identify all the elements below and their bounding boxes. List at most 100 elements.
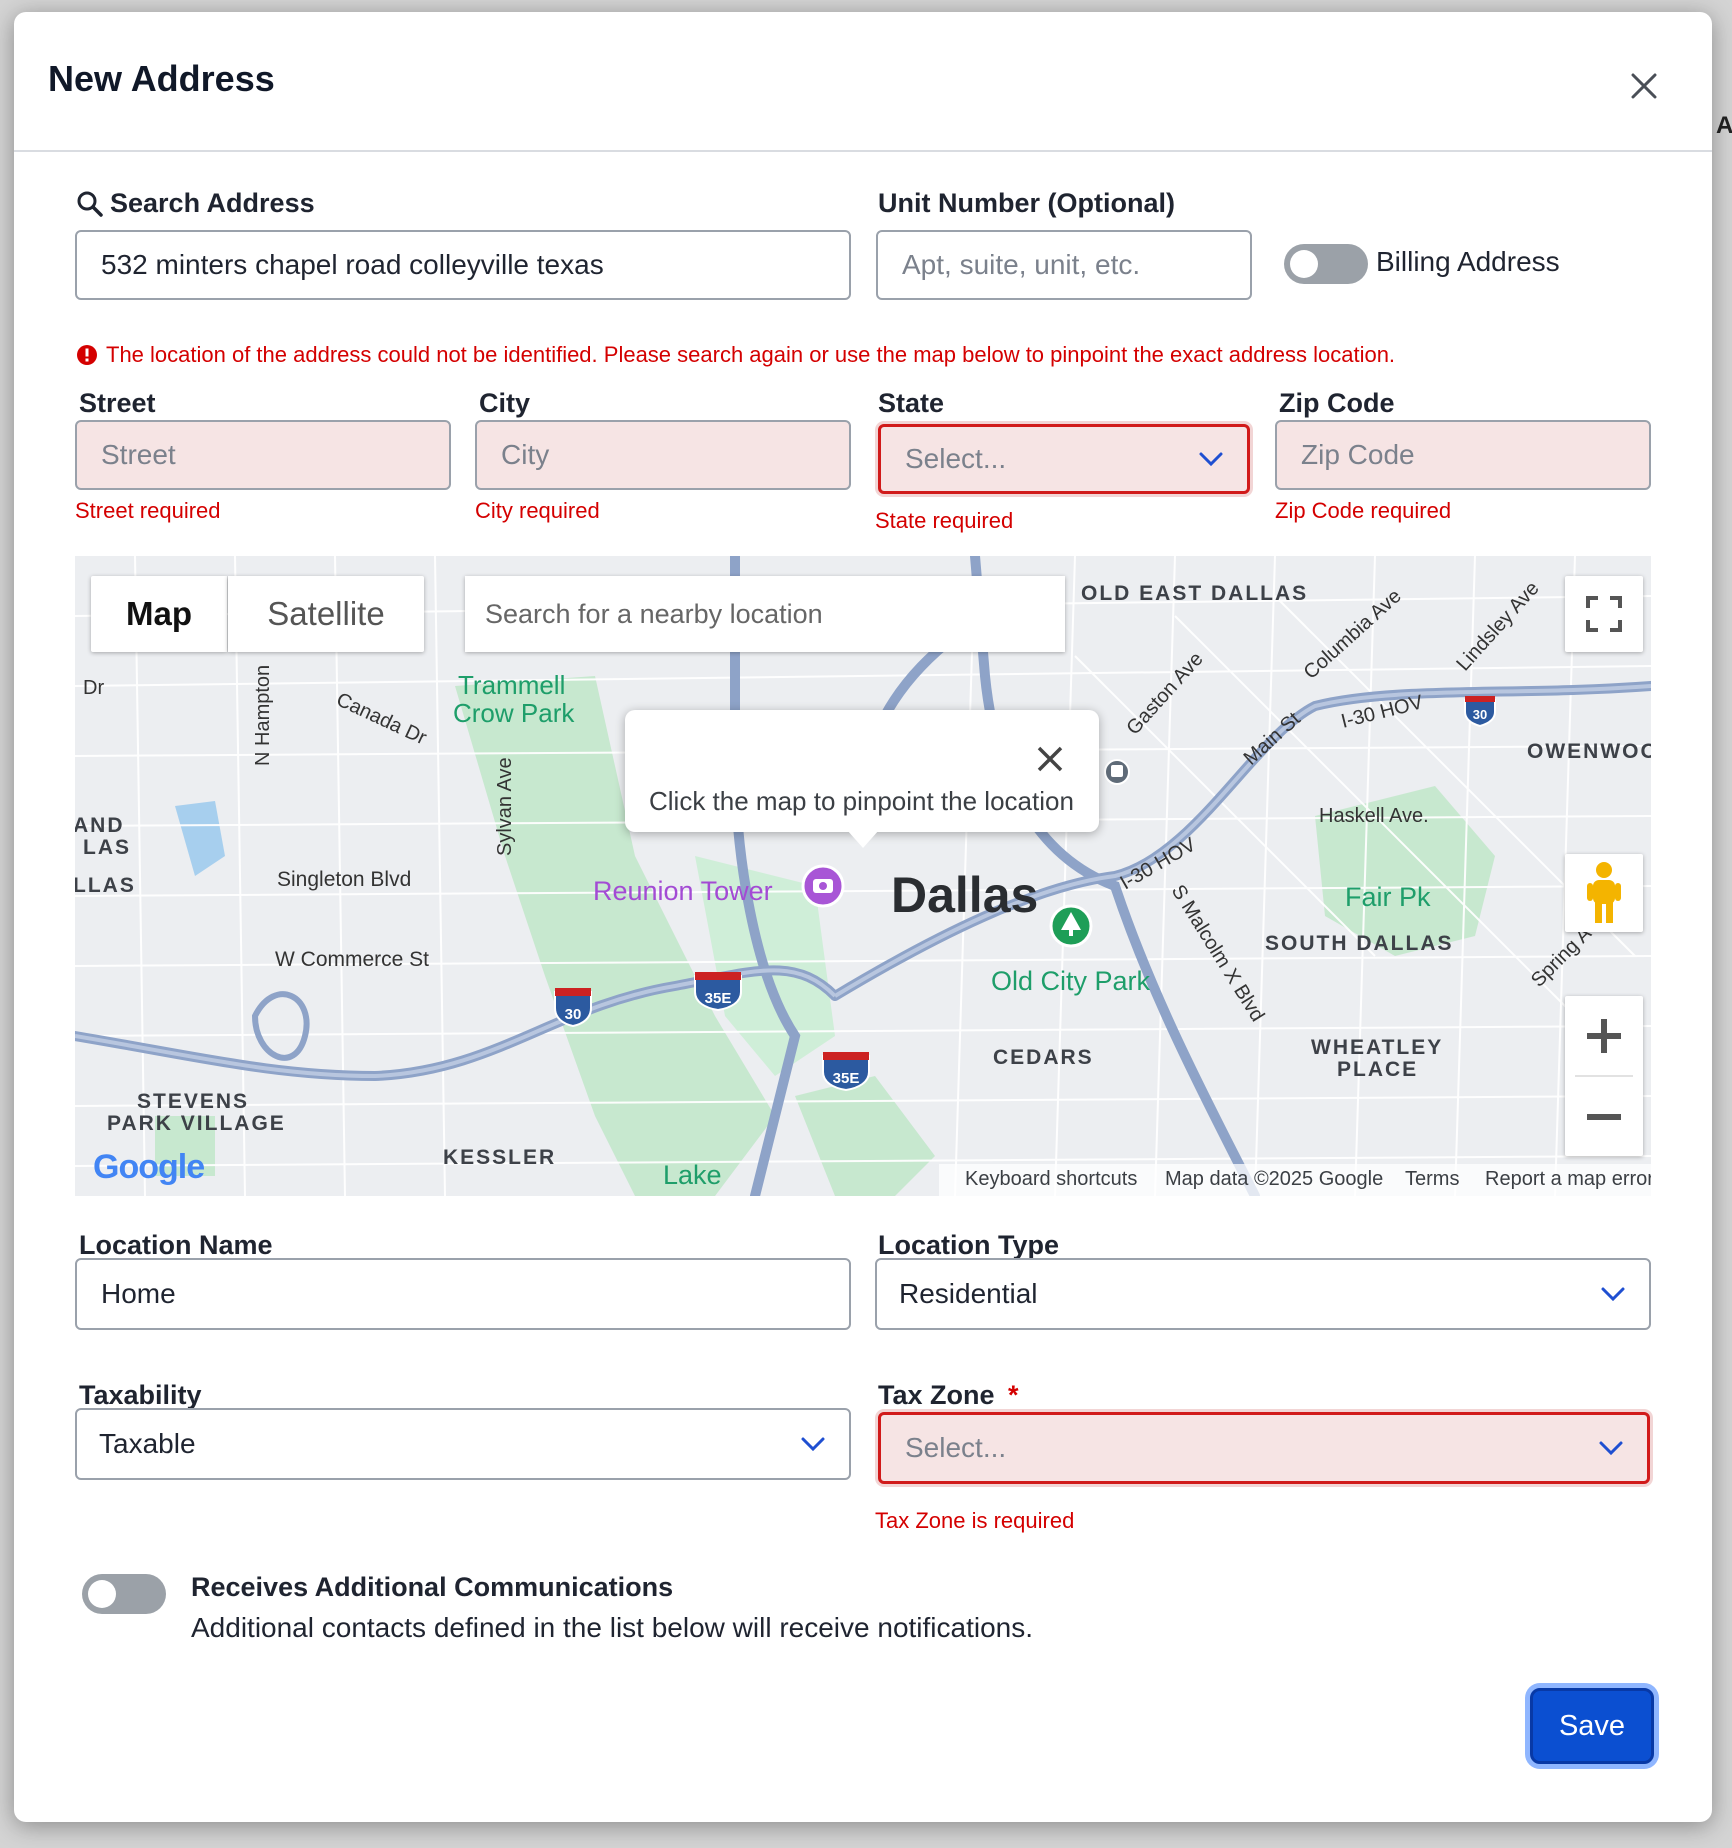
label-wheatley: WHEATLEY — [1311, 1036, 1443, 1059]
toggle-knob — [1290, 250, 1318, 278]
close-icon — [1037, 746, 1063, 772]
city-input[interactable]: City — [475, 420, 851, 490]
label-stevens: STEVENS — [137, 1090, 249, 1113]
location-alert-text: The location of the address could not be… — [106, 342, 1396, 367]
map-canvas[interactable]: 30 35E 35E 30 OLD EAST DALLAS Trammell C… — [75, 556, 1651, 1196]
pinpoint-popup: Click the map to pinpoint the location — [625, 710, 1099, 848]
shield-35e-text: 35E — [705, 990, 732, 1007]
chevron-down-icon — [801, 1437, 825, 1452]
city-error: City required — [475, 498, 600, 523]
label-and: AND — [75, 814, 125, 837]
label-dallas: Dallas — [891, 867, 1038, 923]
location-name-input[interactable]: Home — [75, 1258, 851, 1330]
fullscreen-button[interactable] — [1565, 576, 1643, 652]
close-button[interactable] — [1614, 56, 1674, 116]
interstate-shield-30: 30 — [554, 988, 592, 1028]
chevron-down-icon — [1599, 1441, 1623, 1456]
city-label: City — [479, 388, 531, 418]
label-dr: Dr — [83, 677, 104, 699]
chevron-down-icon — [1199, 452, 1223, 467]
label-owenwood: OWENWOO — [1527, 740, 1651, 763]
street-error: Street required — [75, 498, 221, 523]
state-select[interactable]: Select... — [878, 424, 1250, 494]
reunion-tower-marker[interactable] — [801, 864, 845, 908]
label-park-village: PARK VILLAGE — [107, 1112, 286, 1135]
dialog-title: New Address — [48, 58, 275, 99]
error-icon — [77, 345, 97, 365]
transit-station-marker[interactable] — [1104, 759, 1130, 785]
location-type-select[interactable]: Residential — [875, 1258, 1651, 1330]
terms-link[interactable]: Terms — [1405, 1168, 1459, 1191]
label-fair-pk: Fair Pk — [1345, 882, 1431, 912]
search-address-label-text: Search Address — [110, 188, 315, 218]
map[interactable]: 30 35E 35E 30 OLD EAST DALLAS Trammell C… — [75, 556, 1651, 1196]
new-address-dialog: New Address Search Address 532 minters c… — [14, 12, 1712, 1822]
search-address-label: Search Address — [76, 188, 315, 219]
label-las: LAS — [83, 836, 131, 859]
map-data-attribution: Map data ©2025 Google — [1165, 1168, 1384, 1190]
keyboard-shortcuts-link[interactable]: Keyboard shortcuts — [965, 1168, 1137, 1191]
unit-number-input[interactable]: Apt, suite, unit, etc. — [876, 230, 1252, 300]
close-icon — [1631, 73, 1657, 99]
street-view-pegman[interactable] — [1565, 854, 1643, 932]
label-lake: Lake — [663, 1160, 722, 1190]
plus-icon — [1587, 1018, 1621, 1053]
tax-zone-value: Select... — [905, 1432, 1007, 1463]
label-cedars: CEDARS — [993, 1046, 1094, 1069]
label-kessler: KESSLER — [443, 1146, 556, 1169]
tax-zone-select[interactable]: Select... — [878, 1412, 1650, 1484]
save-button[interactable]: Save — [1530, 1688, 1654, 1764]
street-input[interactable]: Street — [75, 420, 451, 490]
shield-30-2-text: 30 — [1473, 707, 1487, 722]
search-icon — [77, 191, 103, 217]
additional-communications-description: Additional contacts defined in the list … — [191, 1612, 1034, 1643]
taxability-value: Taxable — [99, 1428, 196, 1459]
taxability-label: Taxability — [79, 1380, 202, 1410]
map-tab-satellite[interactable]: Satellite — [228, 576, 424, 652]
location-alert: The location of the address could not be… — [76, 342, 1395, 368]
zoom-out-button[interactable] — [1565, 1077, 1643, 1156]
popup-pointer — [847, 830, 879, 848]
popup-text: Click the map to pinpoint the location — [649, 786, 1074, 816]
zoom-control — [1565, 996, 1643, 1156]
toggle-knob — [88, 1580, 116, 1608]
popup-close-button[interactable] — [1029, 738, 1071, 780]
tax-zone-label-text: Tax Zone — [878, 1380, 995, 1410]
label-old-east-dallas: OLD EAST DALLAS — [1081, 582, 1308, 605]
shield-30-text: 30 — [565, 1006, 582, 1023]
fullscreen-icon — [1586, 596, 1622, 632]
location-type-label: Location Type — [878, 1230, 1060, 1260]
label-trammell: Trammell — [458, 670, 565, 700]
interstate-shield-30-2: 30 — [1464, 696, 1496, 728]
tax-zone-error: Tax Zone is required — [875, 1508, 1075, 1533]
state-select-value: Select... — [905, 443, 1007, 474]
state-error: State required — [875, 508, 1014, 533]
additional-communications-title: Receives Additional Communications — [191, 1572, 674, 1602]
billing-address-toggle[interactable] — [1284, 244, 1368, 284]
interstate-shield-35e-2: 35E — [822, 1052, 870, 1092]
search-address-input[interactable]: 532 minters chapel road colleyville texa… — [75, 230, 851, 300]
report-map-error-link[interactable]: Report a map error — [1485, 1168, 1651, 1191]
label-old-city-park: Old City Park — [991, 966, 1151, 996]
zip-code-input[interactable]: Zip Code — [1275, 420, 1651, 490]
additional-communications-toggle[interactable] — [82, 1574, 166, 1614]
billing-address-label: Billing Address — [1376, 246, 1560, 277]
label-place: PLACE — [1337, 1058, 1418, 1081]
zoom-in-button[interactable] — [1565, 996, 1643, 1075]
minus-icon — [1587, 1113, 1621, 1120]
map-search-input[interactable]: Search for a nearby location — [465, 576, 1065, 652]
label-w-commerce-st: W Commerce St — [275, 948, 429, 971]
background-fragment: A — [1716, 112, 1732, 139]
zip-code-label: Zip Code — [1279, 388, 1395, 418]
street-label: Street — [79, 388, 156, 418]
pegman-icon — [1587, 862, 1621, 923]
map-tab-map[interactable]: Map — [91, 576, 227, 652]
label-reunion-tower: Reunion Tower — [593, 876, 773, 906]
old-city-park-marker[interactable] — [1049, 904, 1093, 948]
taxability-select[interactable]: Taxable — [75, 1408, 851, 1480]
interstate-shield-35e: 35E — [694, 972, 742, 1012]
label-llas: LLAS — [75, 874, 136, 897]
dialog-header: New Address — [14, 12, 1712, 152]
chevron-down-icon — [1601, 1287, 1625, 1302]
location-name-label: Location Name — [79, 1230, 273, 1260]
